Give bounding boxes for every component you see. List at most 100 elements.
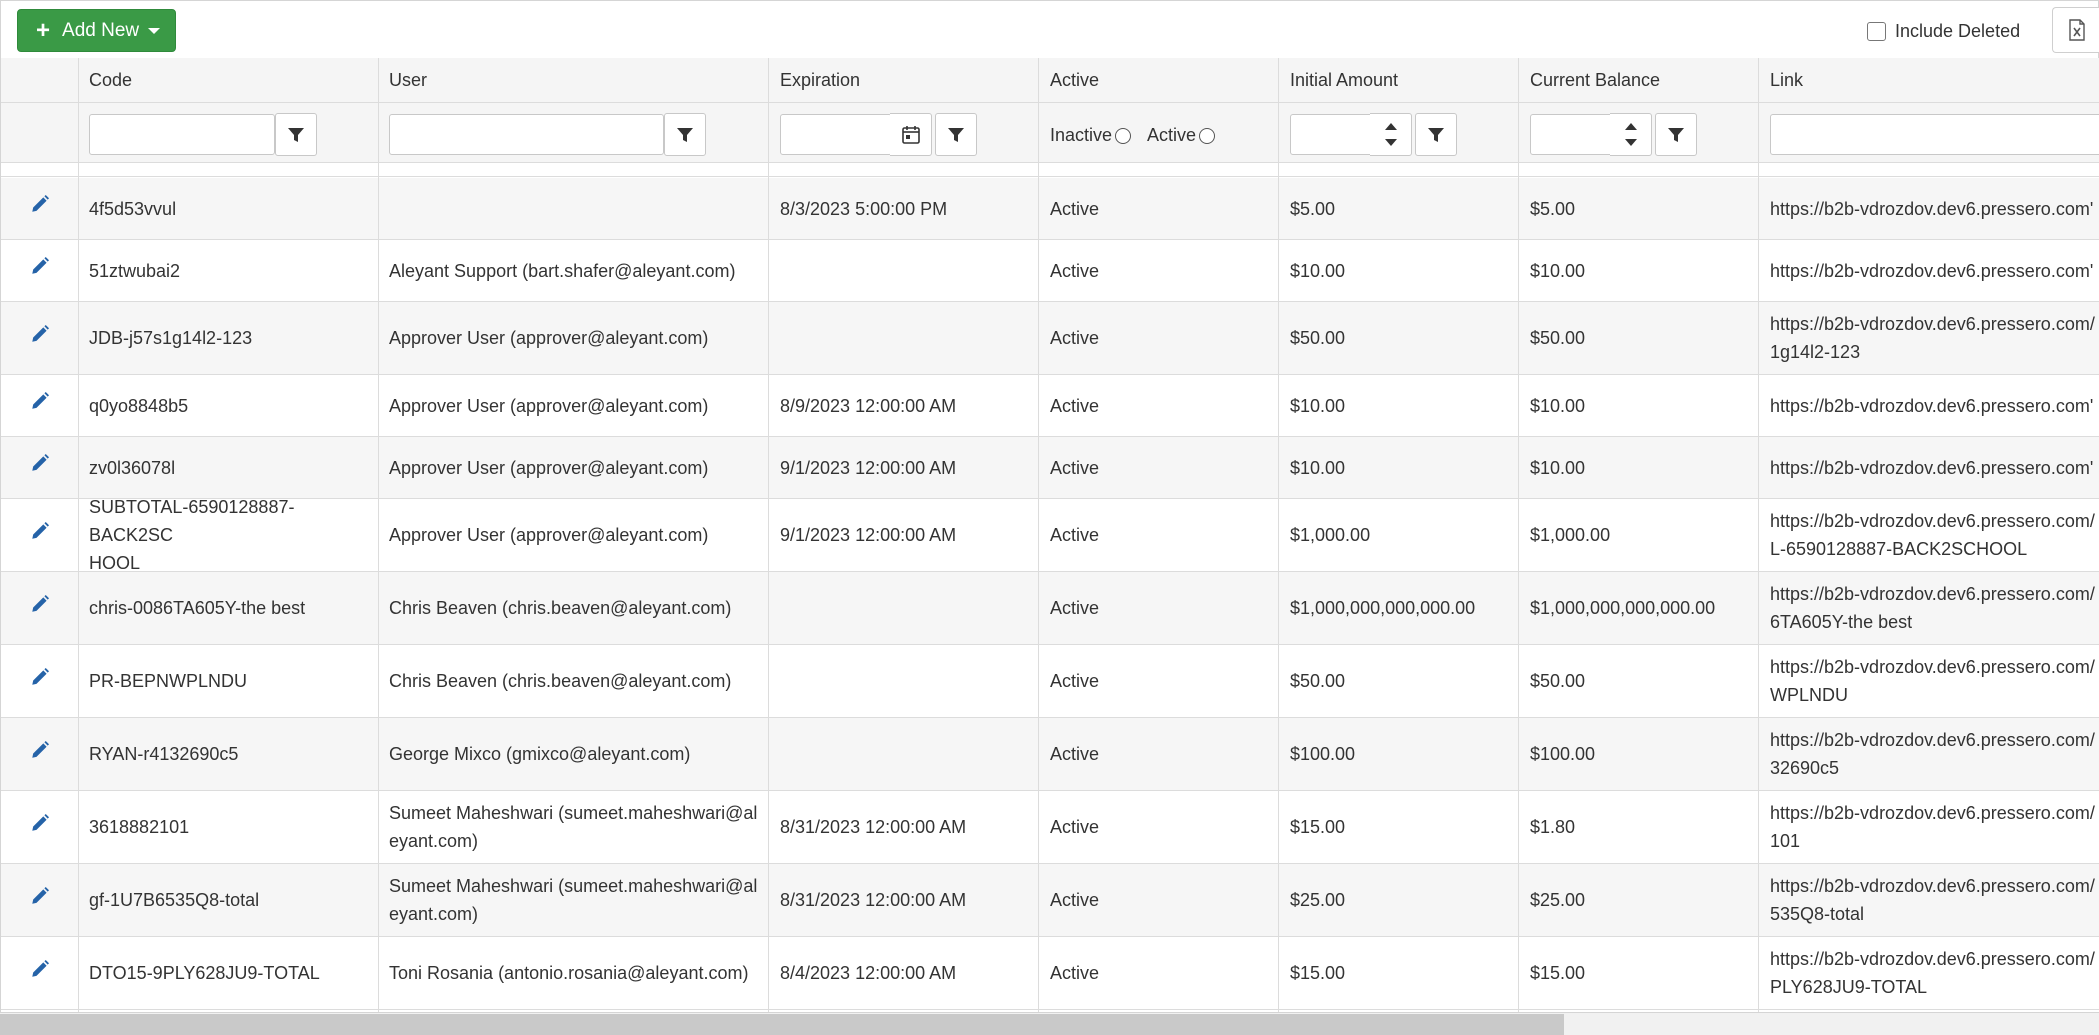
- edit-pencil-icon[interactable]: [29, 193, 51, 215]
- cell-active: Active: [1050, 890, 1100, 910]
- export-excel-button[interactable]: [2052, 7, 2099, 53]
- cell-active: Active: [1050, 395, 1100, 416]
- spin-down-icon[interactable]: [1624, 139, 1637, 146]
- cell-initial-amount: $15.00: [1290, 963, 1346, 983]
- add-new-button[interactable]: + Add New: [17, 9, 176, 52]
- cell-code: JDB-j57s1g14l2-123: [89, 328, 253, 348]
- edit-pencil-icon[interactable]: [29, 885, 51, 907]
- cell-current-balance: $50.00: [1530, 328, 1586, 348]
- cell-code: chris-0086TA605Y-the best: [89, 598, 306, 618]
- initial-amount-spinner[interactable]: [1370, 113, 1412, 156]
- scrollbar-thumb[interactable]: [0, 1014, 1564, 1035]
- edit-pencil-icon[interactable]: [29, 452, 51, 474]
- edit-pencil-icon[interactable]: [29, 323, 51, 345]
- cell-code: gf-1U7B6535Q8-total: [89, 890, 260, 910]
- expiration-filter-button[interactable]: [935, 113, 977, 156]
- table-row[interactable]: 3618882101 Sumeet Maheshwari (sumeet.mahe…: [1, 791, 2099, 864]
- cell-user: Aleyant Support (bart.shafer@aleyant.com…: [389, 260, 736, 281]
- edit-pencil-icon[interactable]: [29, 255, 51, 277]
- current-balance-filter-button[interactable]: [1655, 113, 1697, 156]
- cell-code: 4f5d53vvul: [89, 198, 177, 219]
- edit-pencil-icon[interactable]: [29, 958, 51, 980]
- header-row: Code User Expiration Active Initial Amou…: [1, 58, 2099, 103]
- include-deleted-checkbox[interactable]: [1867, 22, 1886, 41]
- cell-expiration: 9/1/2023 12:00:00 AM: [780, 457, 957, 478]
- link-filter-input[interactable]: [1770, 114, 2099, 155]
- initial-amount-filter-button[interactable]: [1415, 113, 1457, 156]
- expiration-filter-input[interactable]: [780, 114, 892, 155]
- table-row[interactable]: PR-BEPNWPLNDU Chris Beaven (chris.beaven@…: [1, 645, 2099, 718]
- cell-expiration: [780, 572, 1035, 644]
- code-filter-input[interactable]: [89, 114, 275, 155]
- edit-pencil-icon[interactable]: [29, 812, 51, 834]
- header-code[interactable]: Code: [89, 58, 132, 103]
- header-expiration[interactable]: Expiration: [780, 58, 860, 103]
- cell-active: Active: [1050, 598, 1100, 618]
- cell-user: Toni Rosania (antonio.rosania@aleyant.co…: [389, 963, 749, 983]
- table-row[interactable]: 4f5d53vvul 8/3/2023 5:00:00 PM Active $5.00…: [1, 178, 2099, 240]
- cell-link[interactable]: https://b2b-vdrozdov.dev6.pressero.com/ …: [1770, 718, 2099, 790]
- inactive-radio[interactable]: [1115, 127, 1132, 144]
- table-row[interactable]: RYAN-r4132690c5 George Mixco (gmixco@aley…: [1, 718, 2099, 791]
- current-balance-filter-input[interactable]: [1530, 114, 1611, 155]
- cell-expiration: 8/4/2023 12:00:00 AM: [780, 963, 957, 983]
- cell-link[interactable]: https://b2b-vdrozdov.dev6.pressero.com': [1770, 178, 2099, 239]
- cell-current-balance: $100.00: [1530, 744, 1596, 764]
- edit-pencil-icon[interactable]: [29, 593, 51, 615]
- cell-link[interactable]: https://b2b-vdrozdov.dev6.pressero.com/ …: [1770, 572, 2099, 644]
- cell-link[interactable]: https://b2b-vdrozdov.dev6.pressero.com/ …: [1770, 864, 2099, 936]
- spin-down-icon[interactable]: [1384, 139, 1397, 146]
- cell-initial-amount: $10.00: [1290, 395, 1346, 416]
- header-link[interactable]: Link: [1770, 58, 1803, 103]
- initial-amount-filter-input[interactable]: [1290, 114, 1371, 155]
- filter-icon: [677, 127, 693, 142]
- column-divider: [768, 58, 769, 1012]
- cell-expiration: 8/31/2023 12:00:00 AM: [780, 890, 967, 910]
- table-row[interactable]: zv0l36078l Approver User (approver@aleyan…: [1, 437, 2099, 499]
- header-user[interactable]: User: [389, 58, 427, 103]
- header-active[interactable]: Active: [1050, 58, 1099, 103]
- cell-code: q0yo8848b5: [89, 395, 189, 416]
- edit-pencil-icon[interactable]: [29, 739, 51, 761]
- cell-link[interactable]: https://b2b-vdrozdov.dev6.pressero.com/ …: [1770, 791, 2099, 863]
- user-filter-button[interactable]: [664, 113, 706, 156]
- user-filter-input[interactable]: [389, 114, 664, 155]
- cell-active: Active: [1050, 525, 1100, 545]
- column-divider: [78, 58, 79, 1012]
- filter-icon: [1428, 127, 1444, 142]
- code-filter-button[interactable]: [275, 113, 317, 156]
- horizontal-scrollbar[interactable]: [0, 1012, 2099, 1035]
- date-picker-button[interactable]: [890, 113, 932, 156]
- cell-expiration: 8/3/2023 5:00:00 PM: [780, 198, 948, 219]
- header-current-balance[interactable]: Current Balance: [1530, 58, 1660, 103]
- cell-link[interactable]: https://b2b-vdrozdov.dev6.pressero.com': [1770, 240, 2099, 301]
- spin-up-icon[interactable]: [1624, 123, 1637, 130]
- cell-link[interactable]: https://b2b-vdrozdov.dev6.pressero.com': [1770, 375, 2099, 436]
- table-row[interactable]: 51ztwubai2 Aleyant Support (bart.shafer@a…: [1, 240, 2099, 302]
- table-row[interactable]: JDB-j57s1g14l2-123 Approver User (approve…: [1, 302, 2099, 375]
- cell-link[interactable]: https://b2b-vdrozdov.dev6.pressero.com/ …: [1770, 937, 2099, 1009]
- include-deleted[interactable]: Include Deleted: [1867, 21, 2020, 42]
- header-initial-amount[interactable]: Initial Amount: [1290, 58, 1398, 103]
- cell-initial-amount: $1,000.00: [1290, 525, 1371, 545]
- cell-active: Active: [1050, 328, 1100, 348]
- cell-link[interactable]: https://b2b-vdrozdov.dev6.pressero.com/ …: [1770, 645, 2099, 717]
- cell-initial-amount: $25.00: [1290, 890, 1346, 910]
- table-row[interactable]: gf-1U7B6535Q8-total Sumeet Maheshwari (su…: [1, 864, 2099, 937]
- table-row[interactable]: DTO15-9PLY628JU9-TOTAL Toni Rosania (anto…: [1, 937, 2099, 1010]
- edit-pencil-icon[interactable]: [29, 666, 51, 688]
- table-row[interactable]: SUBTOTAL-6590128887-BACK2SC HOOL Approver…: [1, 499, 2099, 572]
- table-row[interactable]: q0yo8848b5 Approver User (approver@aleyan…: [1, 375, 2099, 437]
- gift-cards-grid: Code User Expiration Active Initial Amou…: [0, 58, 2099, 1012]
- cell-link[interactable]: https://b2b-vdrozdov.dev6.pressero.com/ …: [1770, 302, 2099, 374]
- spin-up-icon[interactable]: [1384, 123, 1397, 130]
- cell-link[interactable]: https://b2b-vdrozdov.dev6.pressero.com': [1770, 437, 2099, 498]
- edit-pencil-icon[interactable]: [29, 390, 51, 412]
- current-balance-spinner[interactable]: [1610, 113, 1652, 156]
- cell-code: zv0l36078l: [89, 457, 176, 478]
- table-row[interactable]: chris-0086TA605Y-the best Chris Beaven (c…: [1, 572, 2099, 645]
- inactive-radio-label: Inactive: [1050, 125, 1113, 145]
- edit-pencil-icon[interactable]: [29, 520, 51, 542]
- cell-link[interactable]: https://b2b-vdrozdov.dev6.pressero.com/ …: [1770, 499, 2099, 571]
- active-radio[interactable]: [1199, 127, 1216, 144]
